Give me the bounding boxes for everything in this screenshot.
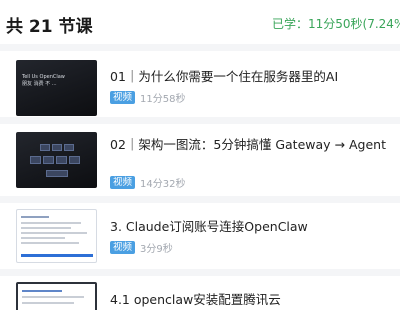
lesson-title[interactable]: 02｜架构一图流：5分钟搞懂 Gateway → Agent: [110, 136, 396, 153]
lesson-duration: 3分9秒: [140, 244, 173, 255]
lesson-meta: 视频 11分58秒: [110, 87, 185, 105]
lesson-thumbnail[interactable]: Tell Us OpenClaw 朋友 消费 不 ...: [16, 60, 97, 116]
lesson-item-1[interactable]: Tell Us OpenClaw 朋友 消费 不 ... 01｜为什么你需要一个…: [0, 51, 400, 117]
lesson-thumbnail[interactable]: [16, 209, 97, 263]
lesson-item-4[interactable]: 4.1 openclaw安装配置腾讯云: [0, 276, 400, 310]
divider: [0, 269, 400, 276]
divider: [0, 196, 400, 203]
lesson-meta: 视频 3分9秒: [110, 237, 173, 255]
video-badge: 视频: [110, 241, 136, 254]
divider: [0, 117, 400, 124]
course-lesson-list: 共 21 节课 已学：11分50秒(7.24% Tell Us OpenClaw…: [0, 0, 400, 310]
lesson-duration: 11分58秒: [140, 94, 186, 105]
lesson-duration: 14分32秒: [140, 179, 186, 190]
learning-progress: 已学：11分50秒(7.24%: [272, 17, 400, 31]
lesson-thumbnail[interactable]: [16, 282, 97, 310]
divider: [0, 44, 400, 51]
lesson-count-title: 共 21 节课: [6, 17, 93, 37]
lesson-title[interactable]: 3. Claude订阅账号连接OpenClaw: [110, 218, 396, 235]
lesson-list-header: 共 21 节课 已学：11分50秒(7.24%: [0, 0, 400, 44]
lesson-title[interactable]: 4.1 openclaw安装配置腾讯云: [110, 291, 396, 308]
video-badge: 视频: [110, 91, 136, 104]
lesson-item-3[interactable]: 3. Claude订阅账号连接OpenClaw 视频 3分9秒: [0, 203, 400, 269]
lesson-title[interactable]: 01｜为什么你需要一个住在服务器里的AI: [110, 68, 396, 85]
thumbnail-caption: Tell Us OpenClaw 朋友 消费 不 ...: [22, 74, 65, 87]
lesson-thumbnail[interactable]: [16, 132, 97, 188]
video-badge: 视频: [110, 176, 136, 189]
lesson-meta: 视频 14分32秒: [110, 172, 185, 190]
lesson-item-2[interactable]: 02｜架构一图流：5分钟搞懂 Gateway → Agent 视频 14分32秒: [0, 124, 400, 196]
